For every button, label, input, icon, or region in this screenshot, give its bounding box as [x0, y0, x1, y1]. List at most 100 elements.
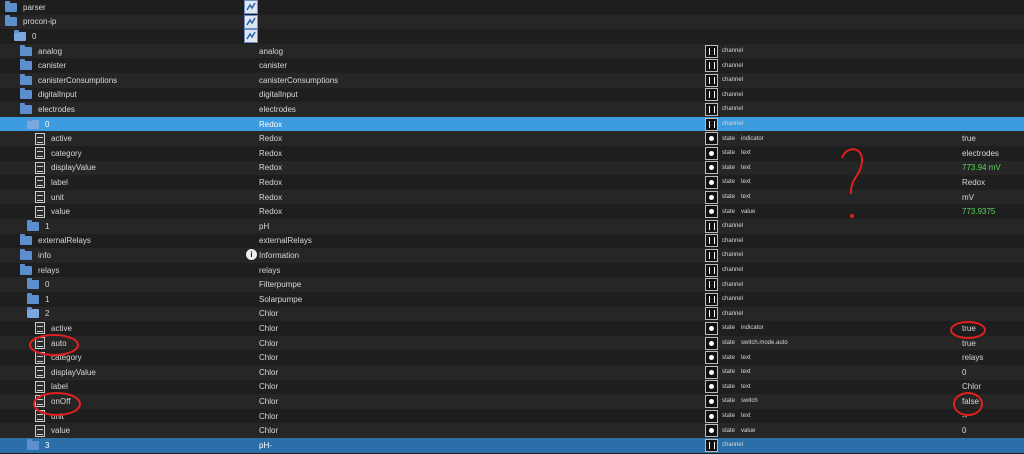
state-file-icon[interactable] — [35, 322, 45, 335]
folder-icon[interactable] — [20, 102, 32, 114]
tree-row[interactable]: 0 Redox channel — [0, 116, 1024, 132]
tree-row[interactable]: unit Redox state text mV — [0, 189, 1024, 205]
state-value[interactable]: true — [962, 324, 976, 333]
state-value[interactable]: mV — [962, 193, 974, 202]
tree-node[interactable]: 0 — [14, 29, 36, 41]
tree-node[interactable]: unit — [35, 191, 64, 204]
tree-node[interactable]: value — [35, 205, 70, 218]
tree-node[interactable]: category — [35, 351, 82, 364]
tree-row[interactable]: canister canister channel — [0, 58, 1024, 73]
tree-node[interactable]: canisterConsumptions — [20, 73, 117, 85]
tree-row[interactable]: label Chlor state text Chlor — [0, 380, 1024, 395]
state-file-icon[interactable] — [35, 410, 45, 423]
tree-row[interactable]: canisterConsumptions canisterConsumptions… — [0, 73, 1024, 88]
tree-row[interactable]: info i Information channel — [0, 248, 1024, 263]
folder-icon[interactable] — [20, 59, 32, 71]
state-file-icon[interactable] — [35, 161, 45, 174]
tree-node[interactable]: value — [35, 424, 70, 437]
tree-row[interactable]: 0 Filterpumpe channel — [0, 277, 1024, 292]
folder-icon[interactable] — [27, 219, 39, 231]
state-value[interactable]: 773.9375 — [962, 207, 995, 216]
tree-node[interactable]: procon-ip — [5, 15, 56, 27]
state-file-icon[interactable] — [35, 366, 45, 379]
state-file-icon[interactable] — [35, 380, 45, 393]
tree-node[interactable]: onOff — [35, 395, 70, 408]
folder-open-icon[interactable] — [27, 117, 39, 129]
tree-row[interactable]: digitalInput digitalInput channel — [0, 88, 1024, 103]
tree-row[interactable]: category Redox state text electrodes — [0, 146, 1024, 161]
state-file-icon[interactable] — [35, 191, 45, 204]
folder-open-icon[interactable] — [14, 29, 26, 41]
state-file-icon[interactable] — [35, 351, 45, 364]
folder-icon[interactable] — [5, 0, 17, 12]
state-file-icon[interactable] — [35, 395, 45, 408]
tree-row[interactable]: active Redox state indicator true — [0, 131, 1024, 146]
folder-icon[interactable] — [20, 248, 32, 260]
folder-icon[interactable] — [20, 234, 32, 246]
tree-node[interactable]: 2 — [27, 307, 49, 319]
tree-row[interactable]: 1 pH channel — [0, 219, 1024, 234]
tree-row[interactable]: relays relays channel — [0, 263, 1024, 278]
tree-node[interactable]: canister — [20, 59, 66, 71]
tree-row[interactable]: unit Chlor state text -- — [0, 409, 1024, 424]
tree-row[interactable]: value Redox state value 773.9375 — [0, 204, 1024, 219]
state-value[interactable]: relays — [962, 353, 983, 362]
tree-row[interactable]: 3 pH-channel — [0, 438, 1024, 453]
state-value[interactable]: 0 — [962, 368, 966, 377]
tree-row[interactable]: auto Chlor state switch.mode.auto true — [0, 335, 1024, 351]
state-file-icon[interactable] — [35, 176, 45, 189]
folder-icon[interactable] — [20, 88, 32, 100]
tree-row[interactable]: analog analog channel — [0, 43, 1024, 59]
tree-row[interactable]: 0 — [0, 29, 1024, 44]
state-value[interactable]: 0 — [962, 426, 966, 435]
tree-row[interactable]: electrodes electrodes channel — [0, 102, 1024, 117]
tree-node[interactable]: displayValue — [35, 366, 96, 379]
state-value[interactable]: -- — [962, 412, 967, 421]
state-value[interactable]: electrodes — [962, 149, 999, 158]
state-file-icon[interactable] — [35, 205, 45, 218]
tree-row[interactable]: label Redox state text Redox — [0, 175, 1024, 190]
tree-row[interactable]: 2 Chlor channel — [0, 306, 1024, 322]
tree-node[interactable]: externalRelays — [20, 234, 91, 246]
state-file-icon[interactable] — [35, 337, 45, 350]
tree-node[interactable]: label — [35, 176, 68, 189]
tree-node[interactable]: 3 — [27, 438, 49, 450]
tree-row[interactable]: value Chlor state value 0 — [0, 423, 1024, 438]
state-file-icon[interactable] — [35, 132, 45, 145]
state-file-icon[interactable] — [35, 424, 45, 437]
tree-node[interactable]: info — [20, 248, 51, 260]
tree-node[interactable]: relays — [20, 263, 59, 275]
state-value[interactable]: Redox — [962, 178, 985, 187]
folder-icon[interactable] — [20, 44, 32, 56]
state-value[interactable]: 773.94 mV — [962, 163, 1001, 172]
tree-row[interactable]: 1 Solarpumpe channel — [0, 292, 1024, 307]
tree-node[interactable]: electrodes — [20, 102, 75, 114]
state-file-icon[interactable] — [35, 147, 45, 160]
folder-icon[interactable] — [20, 73, 32, 85]
folder-icon[interactable] — [27, 278, 39, 290]
state-value[interactable]: Chlor — [962, 382, 981, 391]
tree-node[interactable]: 1 — [27, 292, 49, 304]
folder-icon[interactable] — [5, 15, 17, 27]
tree-node[interactable]: active — [35, 322, 72, 335]
tree-row[interactable]: category Chlor state text relays — [0, 350, 1024, 365]
tree-node[interactable]: parser — [5, 0, 46, 12]
tree-node[interactable]: active — [35, 132, 72, 145]
folder-open-icon[interactable] — [27, 307, 39, 319]
tree-row[interactable]: procon-ip — [0, 14, 1024, 30]
tree-row[interactable]: displayValue Chlor state text 0 — [0, 365, 1024, 380]
tree-node[interactable]: auto — [35, 337, 67, 350]
tree-row[interactable]: active Chlor state indicator true — [0, 321, 1024, 336]
tree-node[interactable]: label — [35, 380, 68, 393]
tree-node[interactable]: digitalInput — [20, 88, 77, 100]
tree-row[interactable]: externalRelays externalRelays channel — [0, 234, 1024, 249]
state-value[interactable]: false — [962, 397, 979, 406]
state-value[interactable]: true — [962, 134, 976, 143]
folder-icon[interactable] — [27, 438, 39, 450]
tree-node[interactable]: 0 — [27, 278, 49, 290]
tree-node[interactable]: category — [35, 147, 82, 160]
tree-node[interactable]: 0 — [27, 117, 49, 129]
tree-row[interactable]: onOff Chlor state switch false — [0, 394, 1024, 409]
tree-node[interactable]: displayValue — [35, 161, 96, 174]
tree-row[interactable]: parser — [0, 0, 1024, 15]
